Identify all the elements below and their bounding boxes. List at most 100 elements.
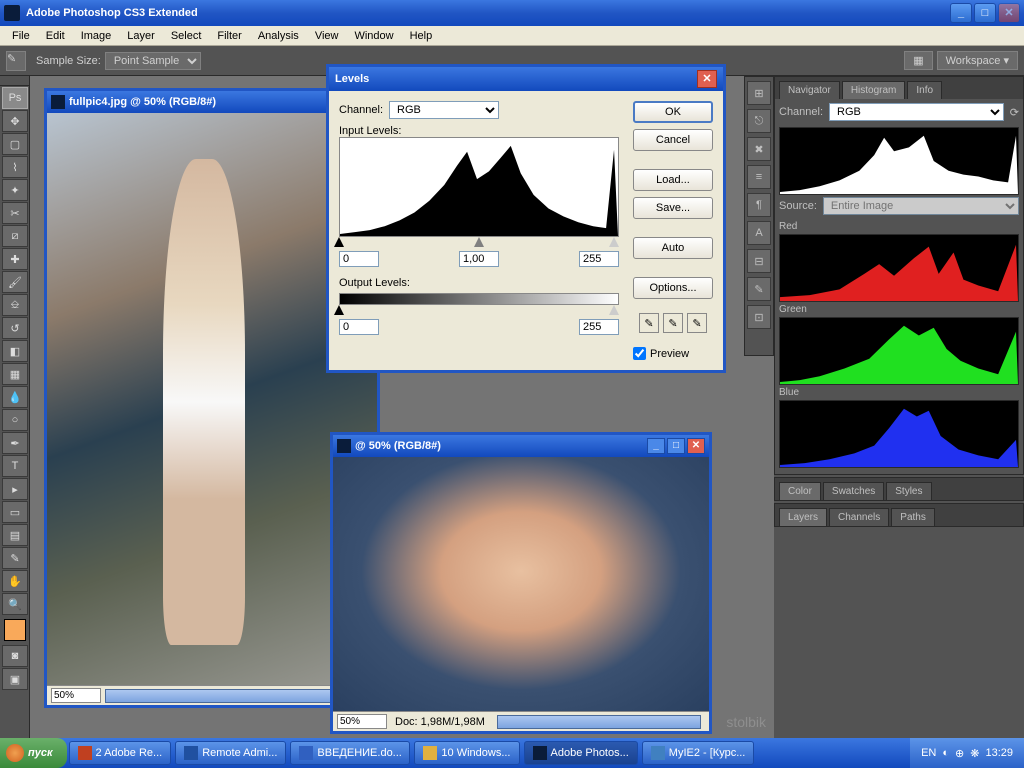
doc2-canvas[interactable] [333,457,709,711]
doc2-titlebar[interactable]: @ 50% (RGB/8#) _ □ ✕ [333,435,709,457]
workspace-button[interactable]: Workspace ▾ [937,51,1018,70]
doc2-scrollbar[interactable] [497,715,701,729]
stamp-tool[interactable]: ⎒ [2,294,28,316]
type-tool[interactable]: T [2,455,28,477]
preview-checkbox[interactable] [633,347,646,360]
input-mid-field[interactable] [459,251,499,267]
eyedropper-tool[interactable]: ✎ [2,547,28,569]
pen-tool[interactable]: ✒ [2,432,28,454]
brush-tool[interactable]: 🖌 [2,271,28,293]
levels-titlebar[interactable]: Levels ✕ [329,67,723,91]
doc1-zoom-field[interactable] [51,688,101,703]
out-white-slider[interactable] [609,305,619,315]
tab-styles[interactable]: Styles [886,482,931,500]
marquee-tool[interactable]: ▢ [2,133,28,155]
refresh-icon[interactable]: ⟳ [1010,106,1019,119]
load-button[interactable]: Load... [633,169,713,191]
dock-icon-5[interactable]: ¶ [747,193,771,217]
channel-select[interactable]: RGB [389,101,499,119]
minimize-button[interactable]: _ [950,3,972,23]
system-tray[interactable]: EN ◐ ⊕ ❋ 13:29 [910,738,1024,768]
dock-icon-2[interactable]: ⎋ [747,109,771,133]
shape-tool[interactable]: ▭ [2,501,28,523]
tray-icon[interactable]: ⊕ [955,747,964,760]
menu-layer[interactable]: Layer [119,28,163,44]
tab-info[interactable]: Info [907,81,942,99]
tray-icon[interactable]: ❋ [970,747,979,760]
quickmask-tool[interactable]: ◙ [2,645,28,667]
menu-analysis[interactable]: Analysis [250,28,307,44]
slice-tool[interactable]: ⧄ [2,225,28,247]
menu-select[interactable]: Select [163,28,210,44]
current-tool-icon[interactable]: ✎ [6,51,26,71]
task-photoshop[interactable]: Adobe Photos... [524,741,638,765]
tray-icon[interactable]: ◐ [942,747,949,759]
sample-size-select[interactable]: Point Sample [105,52,201,70]
black-eyedropper[interactable]: ✎ [639,313,659,333]
dock-icon-4[interactable]: ≡ [747,165,771,189]
ok-button[interactable]: OK [633,101,713,123]
input-black-field[interactable] [339,251,379,267]
doc2-maximize[interactable]: □ [667,438,685,454]
task-word-doc[interactable]: ВВЕДЕНИЕ.do... [290,741,410,765]
eraser-tool[interactable]: ◧ [2,340,28,362]
menu-window[interactable]: Window [346,28,401,44]
close-button[interactable]: ✕ [998,3,1020,23]
zoom-tool[interactable]: 🔍 [2,593,28,615]
tab-navigator[interactable]: Navigator [779,81,840,99]
panel-source-select[interactable]: Entire Image [823,197,1019,215]
brush-presets-icon[interactable]: ▦ [904,51,932,70]
output-black-field[interactable] [339,319,379,335]
cancel-button[interactable]: Cancel [633,129,713,151]
dock-icon-3[interactable]: ✖ [747,137,771,161]
menu-filter[interactable]: Filter [209,28,249,44]
tab-color[interactable]: Color [779,482,821,500]
menu-view[interactable]: View [307,28,347,44]
ps-logo-icon[interactable]: Ps [2,87,28,109]
wand-tool[interactable]: ✦ [2,179,28,201]
tab-layers[interactable]: Layers [779,508,827,526]
crop-tool[interactable]: ✂ [2,202,28,224]
options-button[interactable]: Options... [633,277,713,299]
dock-icon-1[interactable]: ⊞ [747,81,771,105]
mid-point-slider[interactable] [474,237,484,247]
menu-image[interactable]: Image [73,28,120,44]
clock[interactable]: 13:29 [985,747,1013,759]
lasso-tool[interactable]: ⌇ [2,156,28,178]
notes-tool[interactable]: ▤ [2,524,28,546]
save-button[interactable]: Save... [633,197,713,219]
lang-indicator[interactable]: EN [921,747,936,759]
dock-icon-6[interactable]: A [747,221,771,245]
white-point-slider[interactable] [609,237,619,247]
gray-eyedropper[interactable]: ✎ [663,313,683,333]
dock-icon-8[interactable]: ✎ [747,277,771,301]
tab-paths[interactable]: Paths [891,508,935,526]
task-myie2[interactable]: MyIE2 - [Курс... [642,741,755,765]
tab-histogram[interactable]: Histogram [842,81,906,99]
task-explorer[interactable]: 10 Windows... [414,741,519,765]
screenmode-tool[interactable]: ▣ [2,668,28,690]
start-button[interactable]: пуск [0,738,67,768]
dock-icon-7[interactable]: ⊟ [747,249,771,273]
tab-swatches[interactable]: Swatches [823,482,884,500]
maximize-button[interactable]: □ [974,3,996,23]
dodge-tool[interactable]: ○ [2,409,28,431]
doc2-zoom-field[interactable] [337,714,387,729]
task-adobe-reader[interactable]: 2 Adobe Re... [69,741,172,765]
dock-icon-9[interactable]: ⊡ [747,305,771,329]
out-black-slider[interactable] [334,305,344,315]
panel-channel-select[interactable]: RGB [829,103,1004,121]
white-eyedropper[interactable]: ✎ [687,313,707,333]
path-tool[interactable]: ▸ [2,478,28,500]
move-tool[interactable]: ✥ [2,110,28,132]
foreground-color[interactable] [4,619,26,641]
auto-button[interactable]: Auto [633,237,713,259]
hand-tool[interactable]: ✋ [2,570,28,592]
doc2-minimize[interactable]: _ [647,438,665,454]
history-brush-tool[interactable]: ↺ [2,317,28,339]
menu-file[interactable]: File [4,28,38,44]
menu-edit[interactable]: Edit [38,28,73,44]
preview-checkbox-label[interactable]: Preview [633,347,713,360]
output-white-field[interactable] [579,319,619,335]
levels-close-button[interactable]: ✕ [697,70,717,88]
